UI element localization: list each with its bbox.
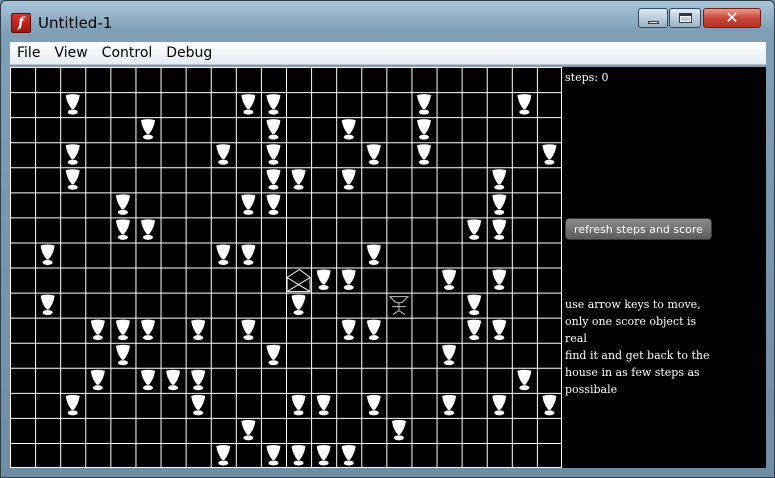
menu-bar: File View Control Debug	[10, 42, 766, 65]
instructions-line: only one score object is real	[565, 315, 697, 345]
game-stage[interactable]: steps: 0 refresh steps and score use arr…	[10, 67, 766, 468]
menu-control[interactable]: Control	[102, 45, 153, 61]
menu-file[interactable]: File	[17, 45, 40, 61]
maximize-button[interactable]	[669, 8, 701, 28]
close-icon: ✕	[725, 8, 739, 27]
flash-app-icon: f	[11, 13, 31, 33]
maximize-icon	[678, 13, 692, 23]
minimize-button[interactable]	[638, 8, 668, 28]
instructions-line: find it and get back to the	[565, 349, 710, 362]
instructions-line: house in as few steps as	[565, 366, 700, 379]
menu-view[interactable]: View	[54, 45, 87, 61]
minimize-icon	[647, 20, 659, 24]
title-bar[interactable]: f Untitled-1 ✕	[1, 1, 774, 39]
instructions-text: use arrow keys to move, only one score o…	[565, 296, 715, 398]
menu-debug[interactable]: Debug	[166, 45, 212, 61]
refresh-button[interactable]: refresh steps and score	[565, 218, 712, 240]
instructions-line: use arrow keys to move,	[565, 298, 701, 311]
close-button[interactable]: ✕	[703, 8, 761, 28]
app-window: f Untitled-1 ✕ File View Control Debug s…	[0, 0, 775, 478]
game-board[interactable]	[10, 67, 562, 468]
steps-counter: steps: 0	[565, 71, 609, 84]
window-title: Untitled-1	[38, 14, 113, 32]
instructions-line: possibale	[565, 383, 618, 396]
